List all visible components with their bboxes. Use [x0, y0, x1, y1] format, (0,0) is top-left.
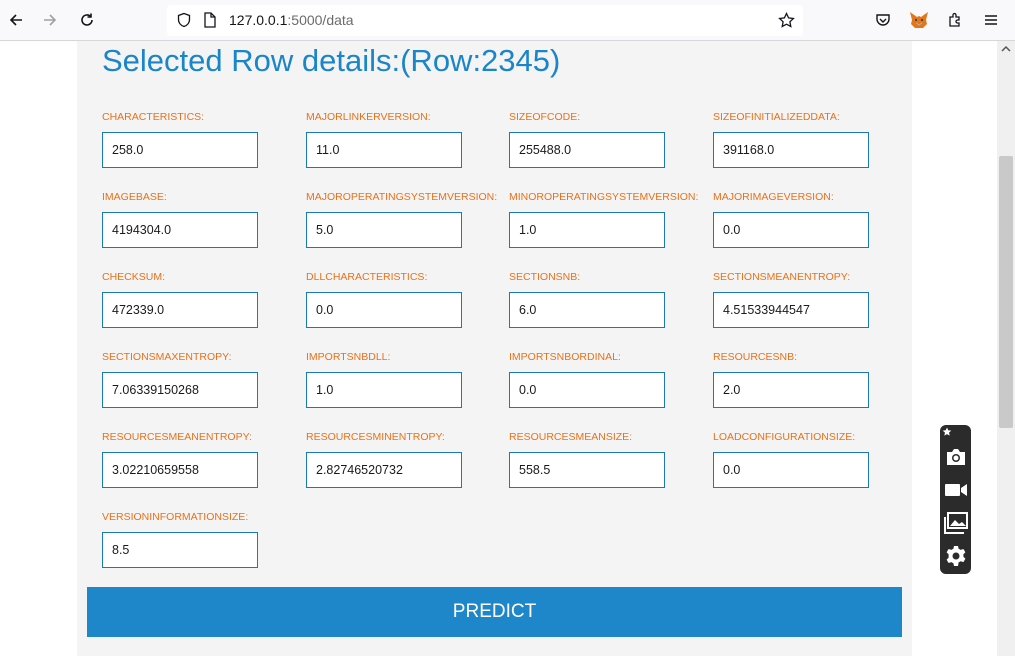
page-title: Selected Row details:(Row:2345) [102, 43, 561, 78]
reload-icon [81, 13, 93, 26]
field-label: IMPORTSNBDLL: [306, 351, 391, 363]
field-input[interactable] [509, 372, 665, 408]
gear-icon [946, 546, 966, 566]
row-details-panel: Selected Row details:(Row:2345) CHARACTE… [77, 41, 912, 656]
vertical-scrollbar[interactable] [997, 41, 1015, 656]
field-label: CHARACTERISTICS: [102, 111, 205, 123]
field-input[interactable] [306, 212, 462, 248]
predict-button[interactable]: PREDICT [87, 587, 902, 637]
field-input[interactable] [509, 212, 665, 248]
field-input[interactable] [713, 452, 869, 488]
field-input[interactable] [713, 372, 869, 408]
field-label: LOADCONFIGURATIONSIZE: [713, 431, 856, 443]
camera-icon [947, 449, 965, 465]
field-input[interactable] [509, 132, 665, 168]
field-label: RESOURCESMINENTROPY: [306, 431, 445, 443]
browser-toolbar: 127.0.0.1:5000/data [0, 0, 1015, 41]
field-input[interactable] [102, 532, 258, 568]
field-input[interactable] [102, 372, 258, 408]
forward-button[interactable] [38, 8, 62, 32]
field-label: MAJORIMAGEVERSION: [713, 191, 834, 203]
field-input[interactable] [306, 452, 462, 488]
field-input[interactable] [102, 132, 258, 168]
gallery-button[interactable] [944, 511, 968, 535]
url-text[interactable]: 127.0.0.1:5000/data [229, 12, 354, 28]
capture-widget [940, 425, 971, 574]
field-label: SECTIONSNB: [509, 271, 581, 283]
star-badge-icon [942, 427, 952, 436]
scrollbar-thumb[interactable] [999, 156, 1013, 428]
field-input[interactable] [102, 212, 258, 248]
field-input[interactable] [102, 452, 258, 488]
page-viewport: Selected Row details:(Row:2345) CHARACTE… [0, 41, 997, 656]
fox-icon [910, 12, 928, 28]
field-label: DLLCHARACTERISTICS: [306, 271, 428, 283]
field-input[interactable] [713, 132, 869, 168]
field-label: RESOURCESMEANENTROPY: [102, 431, 252, 443]
menu-button[interactable] [979, 8, 1003, 32]
field-label: MAJOROPERATINGSYSTEMVERSION: [306, 191, 498, 203]
shield-icon[interactable] [176, 12, 192, 28]
field-label: SECTIONSMAXENTROPY: [102, 351, 232, 363]
field-label: SECTIONSMEANENTROPY: [713, 271, 851, 283]
field-input[interactable] [713, 212, 869, 248]
extensions-button[interactable] [943, 8, 967, 32]
field-input[interactable] [509, 452, 665, 488]
record-video-button[interactable] [944, 478, 968, 502]
video-camera-icon [945, 484, 967, 496]
field-input[interactable] [102, 292, 258, 328]
screenshot-button[interactable] [944, 445, 968, 469]
reload-button[interactable] [75, 8, 99, 32]
metamask-extension-button[interactable] [907, 8, 931, 32]
field-label: MINOROPERATINGSYSTEMVERSION: [509, 191, 699, 203]
url-port-path: :5000/data [287, 12, 354, 28]
url-bar[interactable]: 127.0.0.1:5000/data [167, 5, 803, 36]
field-label: VERSIONINFORMATIONSIZE: [102, 511, 249, 523]
field-input[interactable] [306, 292, 462, 328]
field-label: IMAGEBASE: [102, 191, 167, 203]
back-button[interactable] [4, 8, 28, 32]
field-input[interactable] [509, 292, 665, 328]
field-input[interactable] [306, 372, 462, 408]
scroll-up-arrow-icon[interactable] [1001, 44, 1011, 54]
image-gallery-icon [944, 512, 968, 534]
puzzle-icon [949, 12, 960, 27]
bookmark-star-icon[interactable] [778, 12, 795, 29]
forward-arrow-icon [44, 14, 57, 26]
page-icon[interactable] [203, 12, 217, 28]
field-input[interactable] [306, 132, 462, 168]
field-label: RESOURCESNB: [713, 351, 798, 363]
field-label: SIZEOFINITIALIZEDDATA: [713, 111, 840, 123]
pocket-icon [876, 14, 890, 26]
field-label: CHECKSUM: [102, 271, 166, 283]
back-arrow-icon [9, 14, 22, 26]
settings-button[interactable] [944, 544, 968, 568]
field-label: MAJORLINKERVERSION: [306, 111, 431, 123]
url-host: 127.0.0.1 [229, 12, 288, 28]
field-label: SIZEOFCODE: [509, 111, 581, 123]
hamburger-menu-icon [985, 15, 997, 25]
field-input[interactable] [713, 292, 869, 328]
field-label: RESOURCESMEANSIZE: [509, 431, 633, 443]
field-label: IMPORTSNBORDINAL: [509, 351, 621, 363]
pocket-button[interactable] [871, 8, 895, 32]
